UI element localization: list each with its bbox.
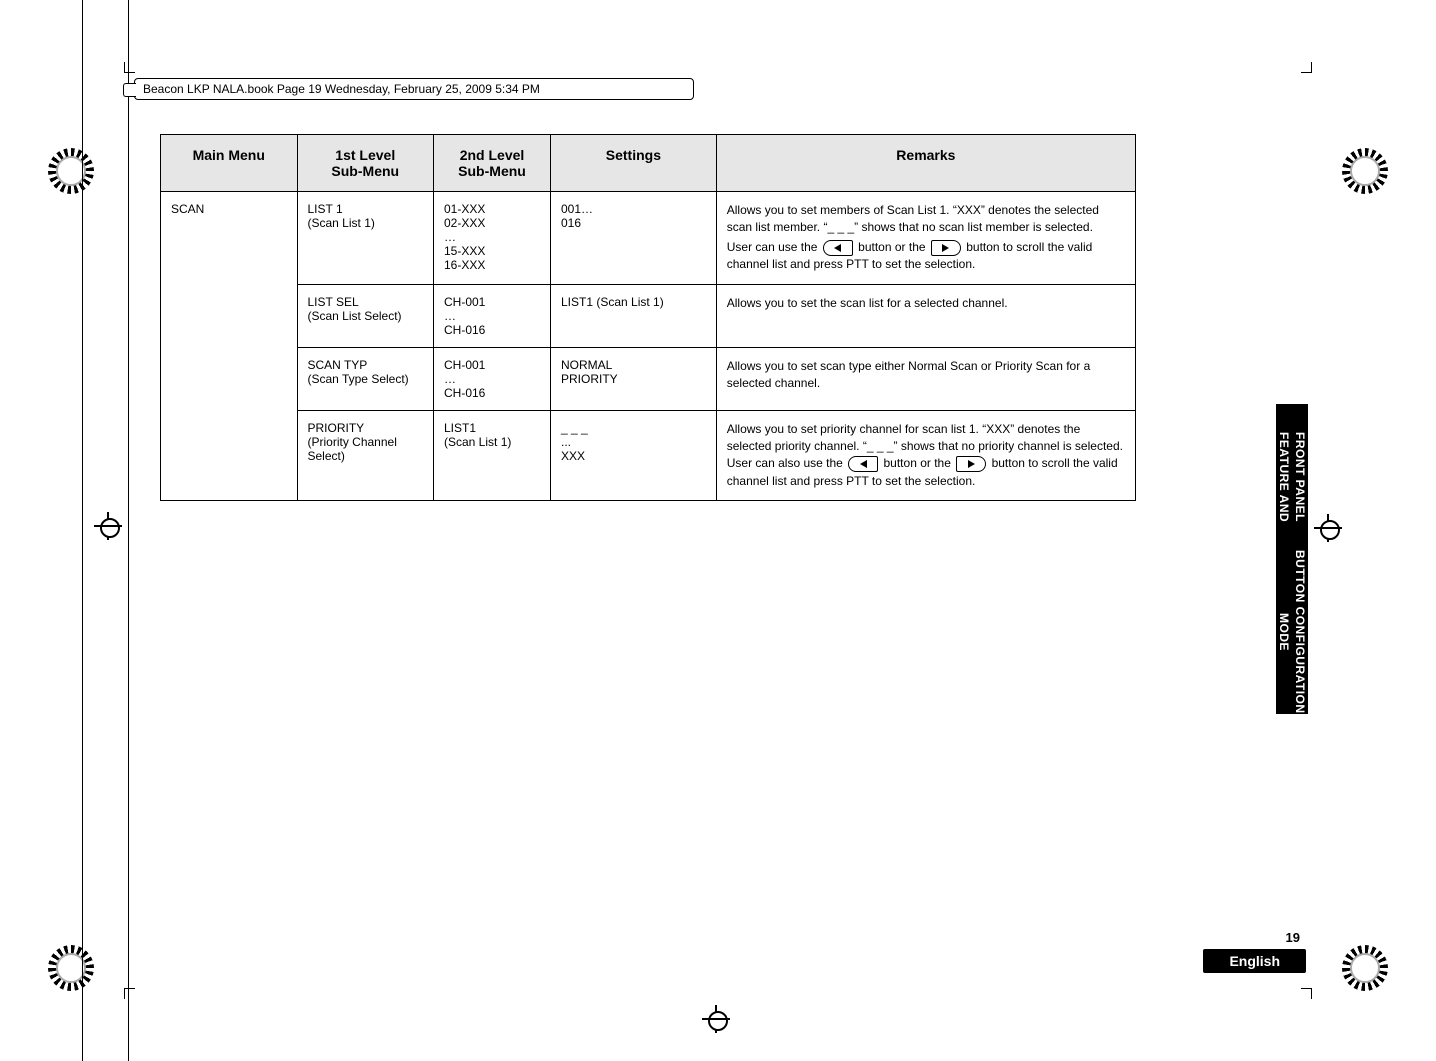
col-header-settings: Settings [551,135,717,192]
table-row: LIST SEL (Scan List Select) CH-001 … CH-… [161,284,1136,347]
first-level-name: SCAN TYP [308,358,424,372]
first-level-desc: (Priority Channel Select) [308,435,424,463]
document-header: Beacon LKP NALA.book Page 19 Wednesday, … [134,78,694,100]
trim-corner [1301,988,1312,999]
settings-item: XXX [561,449,706,463]
first-level-desc: (Scan List 1) [308,216,424,230]
trim-corner [124,988,135,999]
second-level-item: (Scan List 1) [444,435,540,449]
settings-item: 001… [561,202,706,216]
table-row: SCAN TYP (Scan Type Select) CH-001 … CH-… [161,347,1136,410]
trim-guide [128,0,129,1061]
main-menu-cell: SCAN [161,192,298,501]
menu-table: Main Menu 1st Level Sub-Menu 2nd Level S… [160,134,1136,501]
second-level-item: … [444,230,540,244]
second-level-item: … [444,372,540,386]
remarks-cell: Allows you to set the scan list for a se… [716,284,1135,347]
print-crosshair-icon [94,512,122,540]
col-header-1st-level: 1st Level Sub-Menu [297,135,434,192]
print-crosshair-icon [702,1005,730,1033]
second-level-item: LIST1 [444,421,540,435]
settings-cell: LIST1 (Scan List 1) [551,284,717,347]
print-crosshair-icon [1314,514,1342,542]
first-level-name: LIST SEL [308,295,424,309]
settings-item: PRIORITY [561,372,706,386]
second-level-cell: 01-XXX 02-XXX … 15-XXX 16-XXX [434,192,551,285]
settings-item: ... [561,435,706,449]
print-registration-mark [48,945,94,991]
document-header-text: Beacon LKP NALA.book Page 19 Wednesday, … [143,82,540,96]
second-level-item: 15-XXX [444,244,540,258]
settings-item: NORMAL [561,358,706,372]
col-header-main-menu: Main Menu [161,135,298,192]
first-level-name: PRIORITY [308,421,424,435]
table-row: PRIORITY (Priority Channel Select) LIST1… [161,410,1136,501]
remarks-cell: Allows you to set members of Scan List 1… [716,192,1135,285]
second-level-item: 01-XXX [444,202,540,216]
print-registration-mark [1342,148,1388,194]
first-level-name: LIST 1 [308,202,424,216]
arrow-right-key-icon [956,456,986,472]
remarks-cell: Allows you to set priority channel for s… [716,410,1135,501]
first-level-desc: (Scan Type Select) [308,372,424,386]
second-level-item: 02-XXX [444,216,540,230]
col-header-remarks: Remarks [716,135,1135,192]
language-badge: English [1203,949,1306,973]
print-registration-mark [1342,945,1388,991]
remarks-cell: Allows you to set scan type either Norma… [716,347,1135,410]
trim-guide [82,0,83,1061]
first-level-desc: (Scan List Select) [308,309,424,323]
settings-item: LIST1 (Scan List 1) [561,295,706,309]
first-level-cell: LIST SEL (Scan List Select) [297,284,434,347]
arrow-right-key-icon [931,240,961,256]
second-level-cell: CH-001 … CH-016 [434,284,551,347]
trim-corner [124,62,135,73]
second-level-item: CH-001 [444,358,540,372]
second-level-item: 16-XXX [444,258,540,272]
remarks-text: Allows you to set scan type either Norma… [727,359,1091,390]
second-level-item: CH-016 [444,323,540,337]
first-level-cell: SCAN TYP (Scan Type Select) [297,347,434,410]
section-side-tab: FRONT PANEL FEATURE AND BUTTON CONFIGURA… [1276,404,1308,714]
arrow-left-key-icon [848,456,878,472]
remarks-text: button or the [858,240,929,254]
side-tab-line: FRONT PANEL FEATURE AND [1276,404,1308,550]
second-level-cell: CH-001 … CH-016 [434,347,551,410]
remarks-text: Allows you to set members of Scan List 1… [727,202,1125,237]
col-header-2nd-level: 2nd Level Sub-Menu [434,135,551,192]
arrow-left-key-icon [823,240,853,256]
trim-corner [1301,62,1312,73]
settings-cell: NORMAL PRIORITY [551,347,717,410]
first-level-cell: LIST 1 (Scan List 1) [297,192,434,285]
settings-cell: _ _ _ ... XXX [551,410,717,501]
remarks-text: button or the [884,456,955,470]
footer: 19 English [1203,930,1306,973]
settings-item: 016 [561,216,706,230]
first-level-cell: PRIORITY (Priority Channel Select) [297,410,434,501]
table-row: SCAN LIST 1 (Scan List 1) 01-XXX 02-XXX … [161,192,1136,285]
print-registration-mark [48,148,94,194]
second-level-item: CH-001 [444,295,540,309]
second-level-cell: LIST1 (Scan List 1) [434,410,551,501]
settings-cell: 001… 016 [551,192,717,285]
side-tab-line: BUTTON CONFIGURATION MODE [1276,550,1308,714]
second-level-item: … [444,309,540,323]
second-level-item: CH-016 [444,386,540,400]
remarks-text: Allows you to set the scan list for a se… [727,296,1008,310]
settings-item: _ _ _ [561,421,706,435]
page-number: 19 [1286,930,1306,945]
remarks-text: User can use the [727,240,821,254]
